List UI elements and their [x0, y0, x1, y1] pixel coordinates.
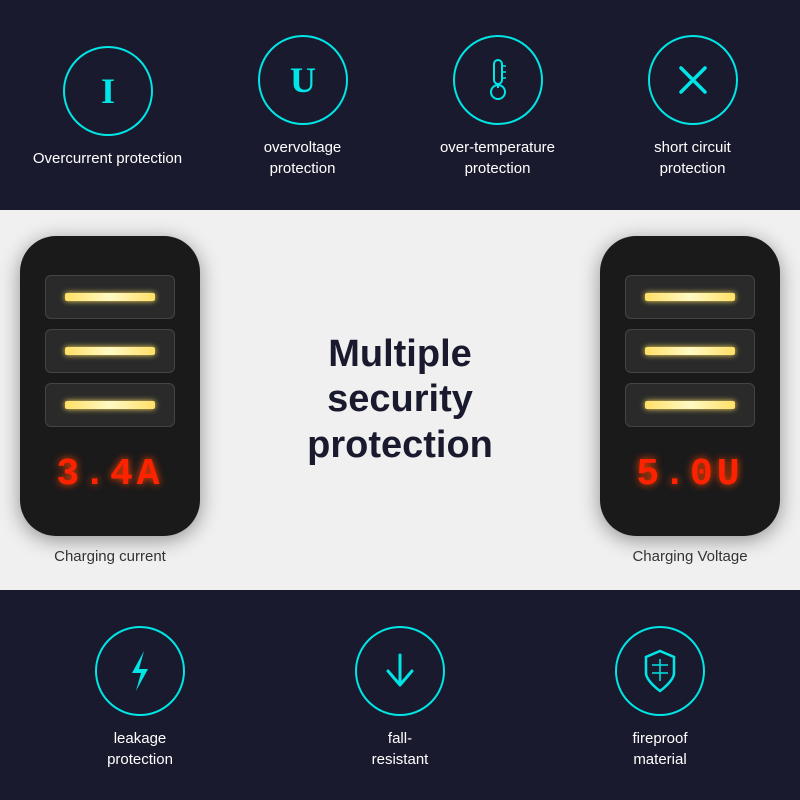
- overcurrent-icon: I: [82, 65, 134, 117]
- overtemp-label: over-temperatureprotection: [440, 137, 555, 179]
- shortcircuit-label: short circuitprotection: [654, 137, 731, 179]
- usb-led-6: [645, 401, 735, 409]
- left-charger-device: 3.4A: [20, 236, 200, 536]
- usb-port-1: [45, 275, 175, 319]
- feature-fall-resistant: fall-resistant: [310, 626, 490, 770]
- left-device-container: 3.4A Charging current: [20, 236, 200, 565]
- right-device-container: 5.0U Charging Voltage: [600, 236, 780, 565]
- svg-text:U: U: [290, 60, 316, 100]
- usb-port-4: [625, 275, 755, 319]
- overvoltage-icon: U: [277, 54, 329, 106]
- right-device-label: Charging Voltage: [632, 548, 747, 565]
- top-section: I Overcurrent protection U overvoltagepr…: [0, 0, 800, 210]
- overvoltage-icon-circle: U: [258, 35, 348, 125]
- right-charger-device: 5.0U: [600, 236, 780, 536]
- usb-led-3: [65, 401, 155, 409]
- svg-text:I: I: [100, 71, 114, 111]
- usb-port-6: [625, 383, 755, 427]
- overtemp-icon-circle: [453, 35, 543, 125]
- fireproof-label: fireproofmaterial: [632, 728, 687, 770]
- center-text: Multiplesecurityprotection: [200, 332, 600, 469]
- x-icon: [667, 54, 719, 106]
- right-display-readout: 5.0U: [636, 453, 743, 496]
- fall-resistant-label: fall-resistant: [372, 728, 429, 770]
- usb-port-2: [45, 329, 175, 373]
- feature-fireproof: fireproofmaterial: [570, 626, 750, 770]
- feature-overvoltage: U overvoltageprotection: [213, 35, 393, 179]
- arrow-down-icon: [374, 645, 426, 697]
- center-text-block: Multiplesecurityprotection: [200, 332, 600, 469]
- fall-resistant-icon-circle: [355, 626, 445, 716]
- feature-overcurrent: I Overcurrent protection: [18, 46, 198, 169]
- usb-led-4: [645, 293, 735, 301]
- overcurrent-icon-circle: I: [63, 46, 153, 136]
- feature-overtemp: over-temperatureprotection: [408, 35, 588, 179]
- usb-port-5: [625, 329, 755, 373]
- lightning-icon: [114, 645, 166, 697]
- usb-led-2: [65, 347, 155, 355]
- shortcircuit-icon-circle: [648, 35, 738, 125]
- fireproof-icon-circle: [615, 626, 705, 716]
- feature-leakage: leakageprotection: [50, 626, 230, 770]
- shield-icon: [634, 645, 686, 697]
- left-display-readout: 3.4A: [56, 453, 163, 496]
- bottom-section: leakageprotection fall-resistant firepro…: [0, 590, 800, 800]
- usb-port-3: [45, 383, 175, 427]
- thermometer-icon: [472, 54, 524, 106]
- overvoltage-label: overvoltageprotection: [264, 137, 342, 179]
- usb-led-5: [645, 347, 735, 355]
- left-device-label: Charging current: [54, 548, 166, 565]
- leakage-label: leakageprotection: [107, 728, 173, 770]
- feature-shortcircuit: short circuitprotection: [603, 35, 783, 179]
- leakage-icon-circle: [95, 626, 185, 716]
- overcurrent-label: Overcurrent protection: [33, 148, 182, 169]
- middle-section: 3.4A Charging current Multiplesecuritypr…: [0, 210, 800, 590]
- usb-led-1: [65, 293, 155, 301]
